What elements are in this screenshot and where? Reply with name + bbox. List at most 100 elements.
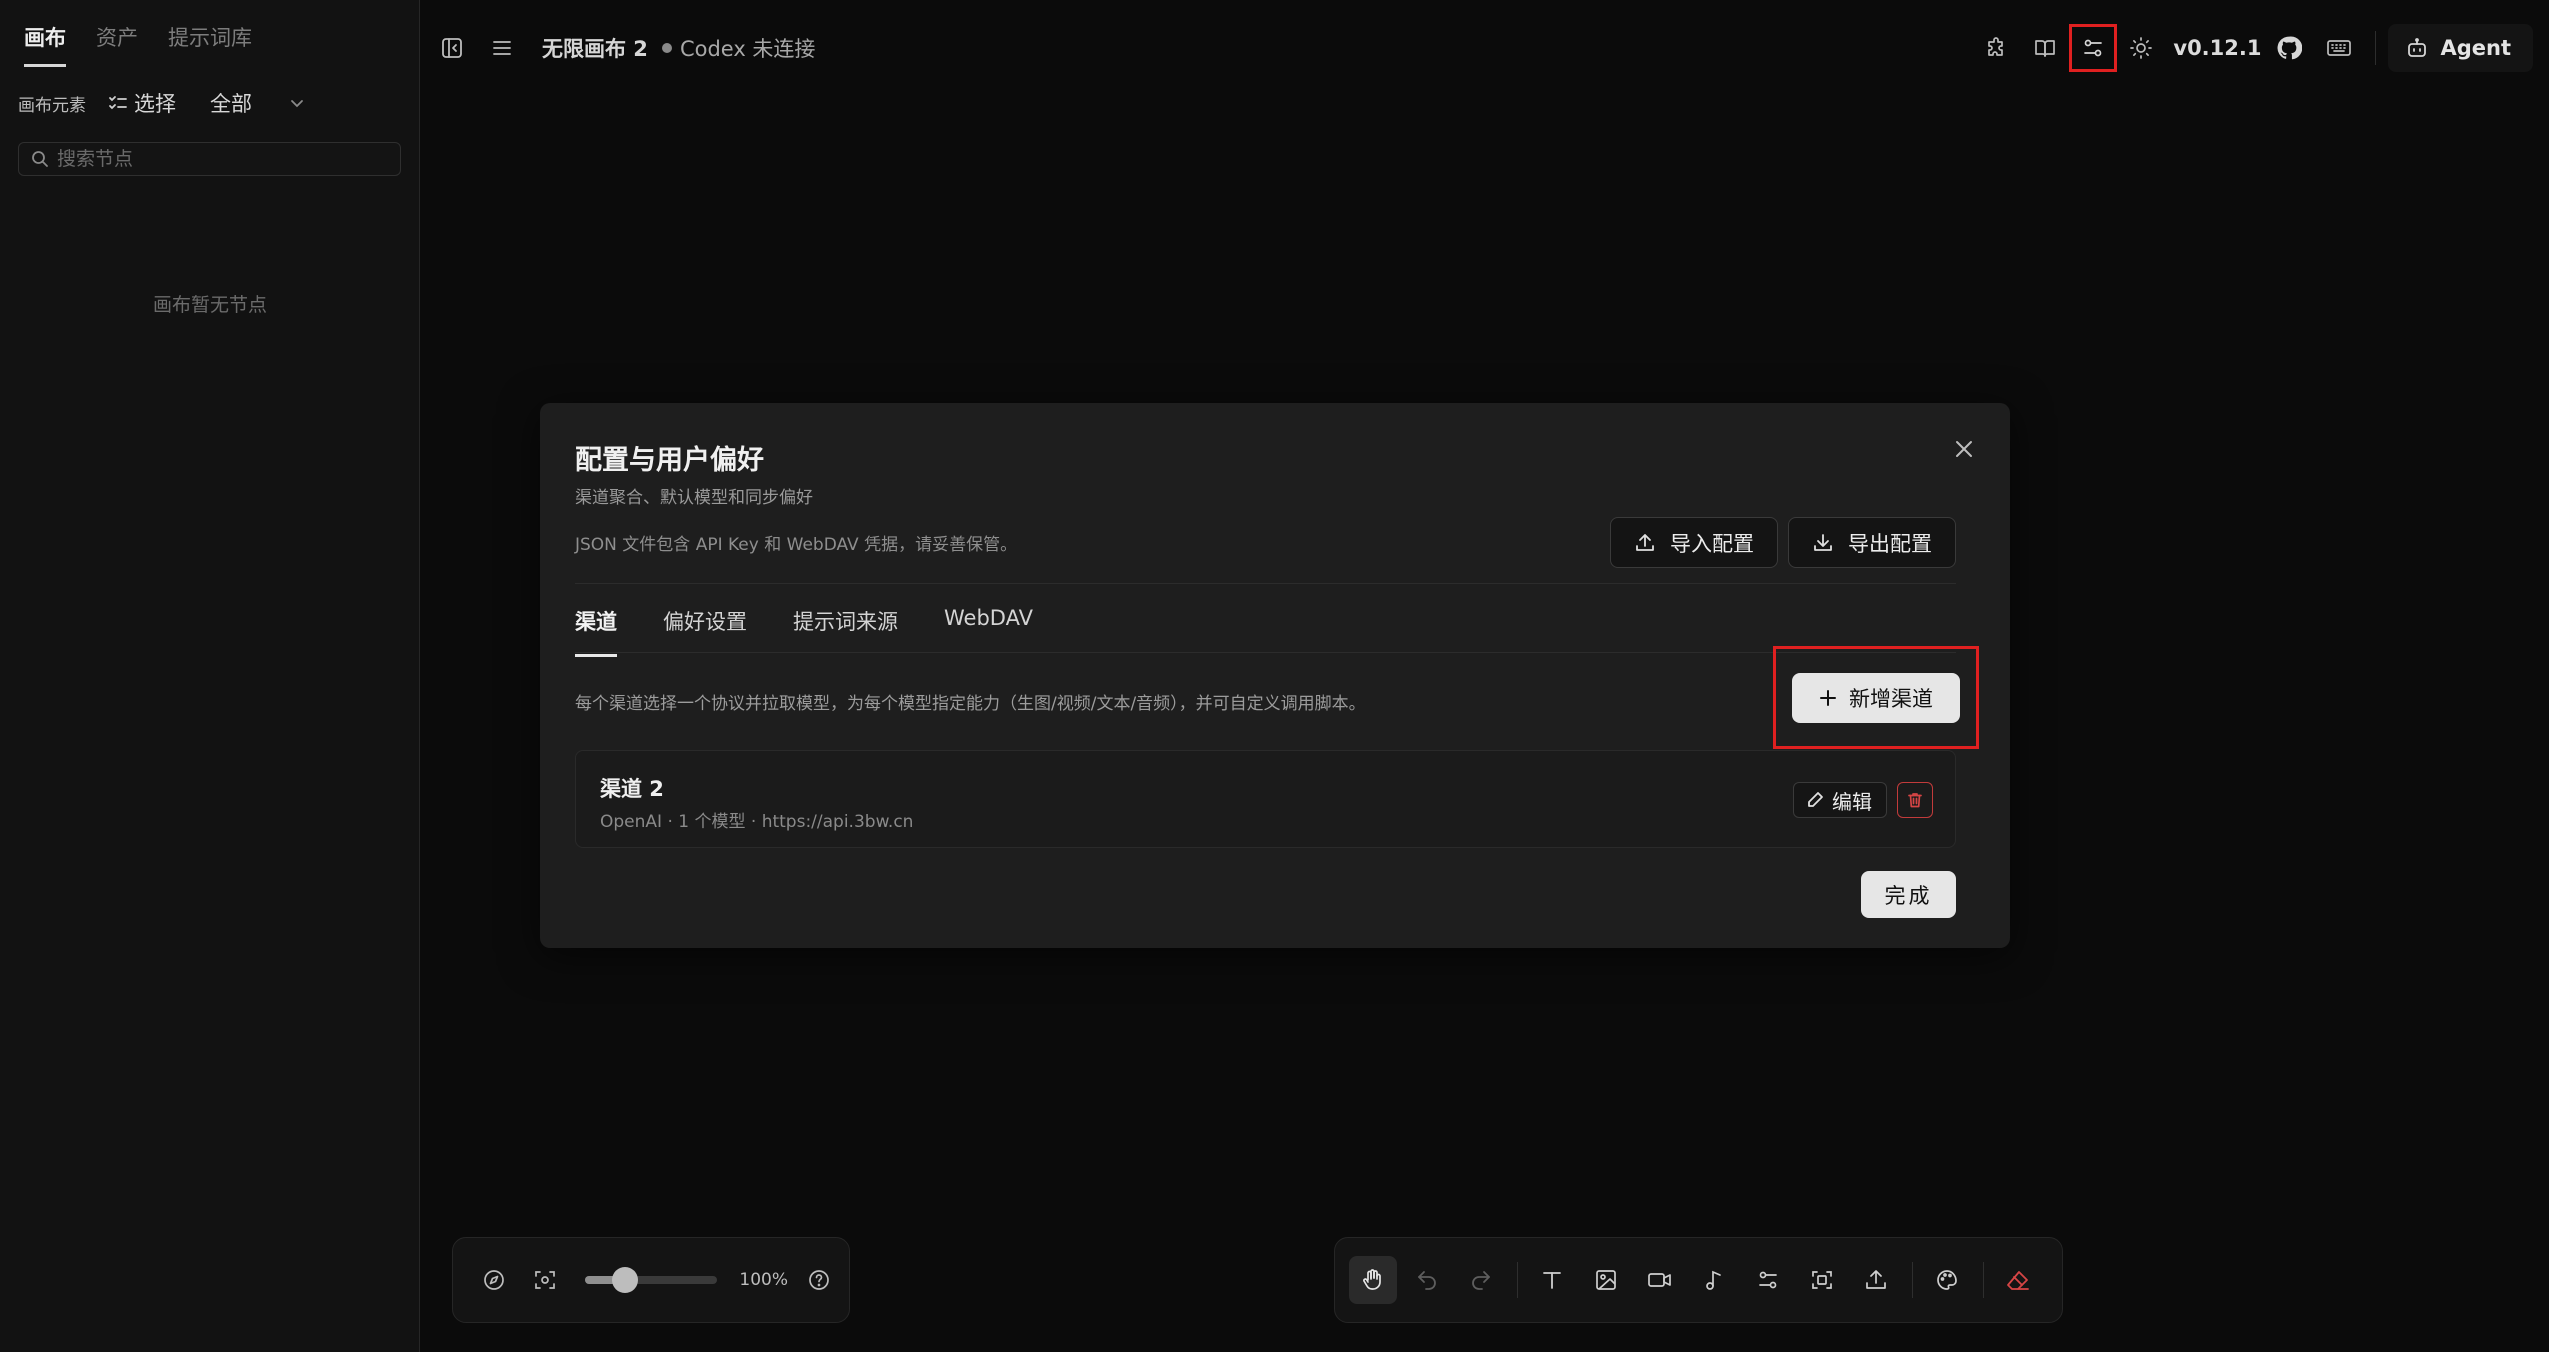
add-channel-label: 新增渠道 [1849,686,1933,711]
sidebar-tab-canvas[interactable]: 画布 [24,22,66,67]
tab-prompt-sources[interactable]: 提示词来源 [793,606,898,657]
sun-icon [2129,36,2153,60]
config-note: JSON 文件包含 API Key 和 WebDAV 凭据，请妥善保管。 [575,535,1018,555]
workflow-icon [1756,1268,1780,1292]
help-icon [807,1268,831,1292]
edit-channel-button[interactable]: 编辑 [1793,782,1887,818]
sidebar-tab-assets[interactable]: 资产 [96,22,138,67]
navigator-button[interactable] [473,1258,514,1302]
palette-tool[interactable] [1923,1256,1971,1304]
topbar-right: v0.12.1 Agent [1973,24,2549,72]
settings-button[interactable] [2069,24,2118,72]
agent-button[interactable]: Agent [2388,24,2533,72]
upload-icon [1634,532,1656,554]
channel-name: 渠道 2 [600,777,664,801]
panel-toggle-button[interactable] [436,32,468,64]
sidebar-tabs: 画布 资产 提示词库 [24,22,252,67]
download-icon [1812,532,1834,554]
add-channel-button[interactable]: 新增渠道 [1792,672,1960,723]
book-icon [2033,36,2057,60]
close-button[interactable] [1948,433,1980,465]
music-note-icon [1702,1268,1726,1292]
channel-item: 渠道 2 OpenAI · 1 个模型 · https://api.3bw.cn… [575,750,1956,848]
redo-button[interactable] [1457,1256,1505,1304]
delete-channel-button[interactable] [1897,782,1933,818]
help-button[interactable] [798,1258,839,1302]
docs-button[interactable] [2021,24,2069,72]
zoom-controls: 100% [452,1237,850,1323]
keyboard-icon [2326,36,2352,60]
settings-dialog: 配置与用户偏好 渠道聚合、默认模型和同步偏好 JSON 文件包含 API Key… [540,403,2010,948]
divider [575,583,1956,584]
panel-toggle-icon [441,37,463,59]
chevron-down-icon [288,94,306,112]
node-search[interactable] [18,142,401,176]
filter-value: 全部 [210,92,252,116]
eraser-icon [2005,1268,2031,1292]
capture-tool[interactable] [1798,1256,1846,1304]
search-input[interactable] [57,148,400,170]
filter-dropdown[interactable]: 全部 [210,88,306,118]
select-label: 选择 [134,92,176,116]
empty-canvas-message: 画布暂无节点 [152,294,267,316]
checklist-icon [108,93,128,113]
export-config-label: 导出配置 [1848,531,1932,556]
theme-toggle-button[interactable] [2117,24,2165,72]
edit-label: 编辑 [1832,789,1872,814]
toolbar-divider [1517,1262,1518,1298]
hand-tool[interactable] [1349,1256,1397,1304]
sidebar-filter-row: 画布元素 选择 全部 [18,88,306,118]
version-label: v0.12.1 [2173,36,2262,60]
github-icon [2276,35,2303,61]
import-config-label: 导入配置 [1670,531,1754,556]
zoom-level: 100% [739,1270,788,1290]
undo-button[interactable] [1403,1256,1451,1304]
image-tool[interactable] [1582,1256,1630,1304]
agent-label: Agent [2440,36,2511,60]
export-config-button[interactable]: 导出配置 [1788,517,1956,568]
hand-icon [1360,1267,1386,1293]
fit-view-button[interactable] [524,1258,565,1302]
toolbar-divider [1983,1262,1984,1298]
plugin-button[interactable] [1973,24,2021,72]
tab-preferences[interactable]: 偏好设置 [663,606,747,657]
compass-icon [482,1268,506,1292]
topbar-left: 无限画布 2 Codex 未连接 [436,32,815,64]
zoom-slider-knob[interactable] [611,1267,638,1293]
palette-icon [1935,1268,1959,1292]
upload-icon [1864,1268,1888,1292]
capture-icon [1810,1268,1834,1292]
trash-icon [1906,791,1924,809]
zoom-slider[interactable] [585,1267,718,1293]
sidebar-tab-prompt-library[interactable]: 提示词库 [168,22,252,67]
done-button[interactable]: 完成 [1861,871,1956,918]
menu-icon [491,37,513,59]
toolbar-divider [1912,1262,1913,1298]
dialog-title: 配置与用户偏好 [575,445,764,476]
import-config-button[interactable]: 导入配置 [1610,517,1778,568]
video-tool[interactable] [1636,1256,1684,1304]
tab-channels[interactable]: 渠道 [575,606,617,657]
tab-webdav[interactable]: WebDAV [944,606,1033,657]
tabs-divider [575,652,1956,653]
upload-tool[interactable] [1852,1256,1900,1304]
close-icon [1953,438,1975,460]
eraser-tool[interactable] [1994,1256,2042,1304]
fit-view-icon [533,1268,557,1292]
keyboard-shortcuts-button[interactable] [2315,24,2363,72]
select-button[interactable]: 选择 [108,88,176,118]
github-button[interactable] [2271,24,2307,72]
settings-tabs: 渠道 偏好设置 提示词来源 WebDAV [575,606,1033,657]
connection-status: Codex 未连接 [679,37,816,61]
redo-icon [1469,1268,1493,1292]
add-channel-highlight: 新增渠道 [1773,646,1979,749]
dialog-subtitle: 渠道聚合、默认模型和同步偏好 [575,488,813,508]
text-tool[interactable] [1528,1256,1576,1304]
audio-tool[interactable] [1690,1256,1738,1304]
toolbar-divider [2375,31,2377,65]
workflow-tool[interactable] [1744,1256,1792,1304]
menu-button[interactable] [486,32,518,64]
text-icon [1540,1268,1564,1292]
image-icon [1594,1268,1618,1292]
document-title[interactable]: 无限画布 2 [542,33,648,63]
